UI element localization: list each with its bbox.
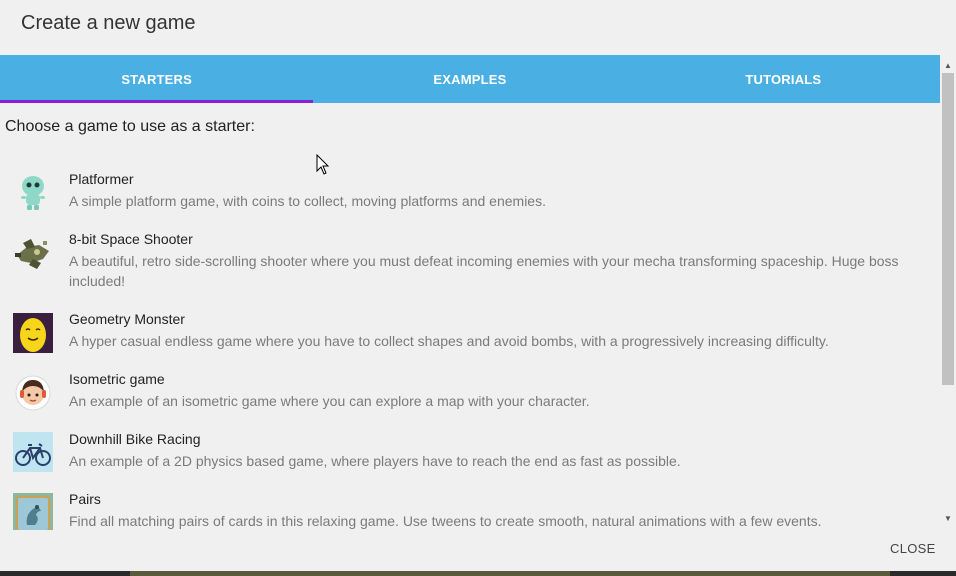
game-item-platformer[interactable]: Platformer A simple platform game, with … (0, 171, 940, 211)
game-title: 8-bit Space Shooter (69, 231, 193, 247)
cards-icon (13, 493, 53, 530)
game-description: An example of an isometric game where yo… (69, 393, 590, 409)
game-title: Pairs (69, 491, 101, 507)
game-item-bike-racing[interactable]: Downhill Bike Racing An example of a 2D … (0, 431, 940, 472)
game-description: A hyper casual endless game where you ha… (69, 333, 829, 349)
game-description: A simple platform game, with coins to co… (69, 193, 546, 209)
intro-text: Choose a game to use as a starter: (5, 118, 255, 135)
starters-list: Choose a game to use as a starter: Platf… (0, 103, 940, 530)
tab-tutorials[interactable]: TUTORIALS (627, 55, 940, 103)
scroll-up-arrow-icon[interactable]: ▲ (940, 57, 956, 73)
alien-icon (13, 172, 53, 212)
game-title: Platformer (69, 171, 134, 187)
monster-icon (13, 313, 53, 353)
game-title: Isometric game (69, 371, 165, 387)
dialog-title: Create a new game (21, 12, 196, 34)
game-description: A beautiful, retro side-scrolling shoote… (69, 253, 899, 289)
new-game-dialog: Create a new game STARTERS EXAMPLES TUTO… (0, 0, 956, 571)
game-item-pairs[interactable]: Pairs Find all matching pairs of cards i… (0, 491, 940, 530)
game-description: An example of a 2D physics based game, w… (69, 453, 681, 469)
list-scrollbar[interactable]: ▲ ▼ (940, 55, 956, 530)
tab-examples[interactable]: EXAMPLES (313, 55, 626, 103)
game-description: Find all matching pairs of cards in this… (69, 513, 822, 529)
game-item-geometry-monster[interactable]: Geometry Monster A hyper casual endless … (0, 311, 940, 353)
mouse-pointer-icon (316, 153, 330, 181)
game-item-space-shooter[interactable]: 8-bit Space Shooter A beautiful, retro s… (0, 231, 940, 291)
close-button[interactable]: CLOSE (890, 541, 936, 556)
scrollbar-thumb[interactable] (942, 73, 954, 385)
game-title: Geometry Monster (69, 311, 185, 327)
character-icon (13, 372, 53, 412)
game-item-isometric[interactable]: Isometric game An example of an isometri… (0, 371, 940, 411)
spaceship-icon (13, 233, 53, 273)
tab-bar: STARTERS EXAMPLES TUTORIALS (0, 55, 940, 103)
bike-icon (13, 432, 53, 472)
game-title: Downhill Bike Racing (69, 431, 201, 447)
scroll-down-arrow-icon[interactable]: ▼ (940, 510, 956, 526)
tab-starters[interactable]: STARTERS (0, 55, 314, 103)
